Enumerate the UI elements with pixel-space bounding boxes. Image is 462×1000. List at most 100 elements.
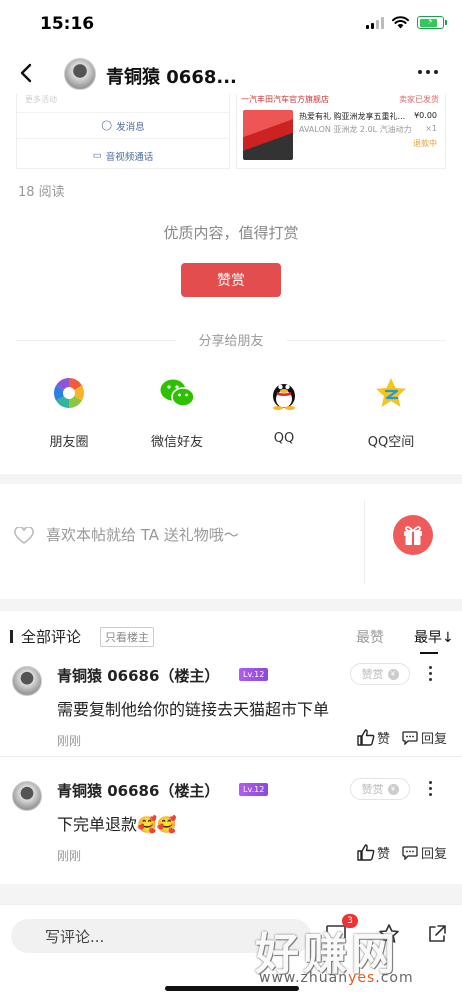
send-message-label: 发消息: [116, 121, 145, 133]
more-options-button[interactable]: [418, 70, 438, 74]
coin-icon: ¥: [387, 668, 399, 680]
commenter-name[interactable]: 青铜猿 06686（楼主）: [57, 665, 219, 686]
like-label: 赞: [377, 847, 391, 862]
comments-title: 全部评论: [21, 628, 82, 646]
sort-most-liked-tab[interactable]: 最赞: [356, 627, 384, 647]
commenter-avatar[interactable]: [12, 781, 42, 811]
nav-header: 青铜猿 0668...: [0, 50, 462, 98]
share-moments[interactable]: 朋友圈: [24, 375, 114, 450]
coin-icon: ¥: [387, 783, 399, 795]
reply-button[interactable]: 回复: [402, 843, 447, 862]
divider: [364, 500, 365, 584]
send-gift-button[interactable]: [393, 515, 433, 559]
like-label: 赞: [377, 732, 391, 747]
video-camera-icon: ▭: [92, 150, 102, 161]
more-activity-text: 更多活动: [25, 94, 57, 104]
share-qzone-label: QQ空间: [367, 435, 415, 450]
comment-time: 刚刚: [57, 849, 82, 863]
write-comment-input[interactable]: 写评论...: [11, 919, 311, 953]
section-accent: [10, 630, 13, 643]
comment-tip-label: 赞赏: [361, 668, 384, 681]
heart-icon[interactable]: [14, 527, 34, 545]
share-options: 朋友圈 微信好友 QQ QQ空间: [0, 375, 462, 455]
comment-count-badge: 3: [342, 914, 358, 928]
send-message-row: ◯ 发消息: [17, 112, 229, 139]
reply-label: 回复: [421, 847, 448, 862]
share-heading: 分享给朋友: [16, 330, 446, 350]
gift-prompt: 喜欢本帖就给 TA 送礼物哦～: [46, 526, 239, 544]
chat-bubble-icon: ◯: [101, 120, 113, 131]
status-bar: 15:16 ⚡: [0, 0, 462, 50]
comments-header: 全部评论 只看楼主 最赞 最早↓: [0, 614, 462, 658]
share-qzone[interactable]: QQ空间: [346, 375, 436, 450]
share-qq[interactable]: QQ: [239, 375, 329, 446]
wechat-icon: [159, 375, 195, 411]
qzone-icon: [373, 375, 409, 411]
favorite-star-icon[interactable]: [378, 923, 400, 945]
section-gap: [0, 599, 462, 611]
comment-text: 需要复制他给你的链接去天猫超市下单: [57, 700, 330, 719]
reply-bubble-icon: [402, 845, 418, 860]
status-time: 15:16: [40, 14, 95, 34]
divider: [0, 756, 462, 757]
video-call-label: 音视频通话: [105, 151, 154, 163]
cellular-signal-icon: [366, 16, 384, 29]
level-badge: Lv.12: [239, 783, 269, 796]
product-spec: AVALON 亚洲龙 2.0L 汽油动力: [299, 125, 412, 134]
comment-item: 青铜猿 06686（楼主） Lv.12 赞赏 ¥ 下完单退款🥰🥰 刚刚 赞 回复: [0, 775, 462, 875]
commenter-name[interactable]: 青铜猿 06686（楼主）: [57, 780, 219, 801]
back-arrow-icon: [20, 63, 32, 83]
share-out-icon[interactable]: [426, 923, 448, 945]
reply-bubble-icon: [402, 730, 418, 745]
thumbs-up-icon: [357, 844, 375, 861]
gift-box-icon: [393, 515, 433, 555]
status-icons: ⚡: [366, 16, 447, 29]
product-title: 热爱有礼 购亚洲龙享五重礼...: [299, 112, 406, 121]
back-button[interactable]: [14, 60, 38, 86]
comment-more-button[interactable]: [429, 781, 432, 796]
order-status: 卖家已发货: [399, 95, 439, 104]
video-call-row: ▭ 音视频通话: [17, 142, 229, 169]
comment-text: 下完单退款🥰🥰: [57, 815, 177, 834]
moments-icon: [51, 375, 87, 411]
share-qq-label: QQ: [273, 431, 295, 446]
shop-name: 一汽丰田汽车官方旗舰店: [241, 95, 329, 104]
author-avatar[interactable]: [64, 58, 96, 90]
tip-button[interactable]: 赞赏: [181, 263, 281, 297]
qq-icon: [266, 375, 302, 411]
share-wechat[interactable]: 微信好友: [132, 375, 222, 450]
section-gap: [0, 884, 462, 904]
level-badge: Lv.12: [239, 668, 269, 681]
comment-more-button[interactable]: [429, 666, 432, 681]
section-gap: [0, 474, 462, 484]
product-qty: ×1: [425, 124, 437, 133]
home-indicator[interactable]: [165, 986, 299, 991]
like-button[interactable]: 赞: [357, 728, 390, 747]
chat-panel-screenshot: 更多活动 ◯ 发消息 ▭ 音视频通话: [16, 94, 230, 169]
battery-icon: ⚡: [417, 16, 447, 29]
sort-earliest-tab[interactable]: 最早↓: [414, 627, 454, 647]
post-image[interactable]: 更多活动 ◯ 发消息 ▭ 音视频通话 一汽丰田汽车官方旗舰店 卖家已发货 热爱有…: [16, 94, 446, 169]
reply-button[interactable]: 回复: [402, 728, 447, 747]
commenter-avatar[interactable]: [12, 666, 42, 696]
author-only-filter[interactable]: 只看楼主: [100, 627, 154, 647]
share-wechat-label: 微信好友: [150, 435, 203, 450]
comment-tip-button[interactable]: 赞赏 ¥: [350, 663, 410, 685]
wifi-icon: [392, 16, 409, 29]
product-price: ¥0.00: [414, 111, 437, 120]
comment-item: 青铜猿 06686（楼主） Lv.12 赞赏 ¥ 需要复制他给你的链接去天猫超市…: [0, 660, 462, 760]
comment-tip-button[interactable]: 赞赏 ¥: [350, 778, 410, 800]
order-card-screenshot: 一汽丰田汽车官方旗舰店 卖家已发货 热爱有礼 购亚洲龙享五重礼... ¥0.00…: [236, 94, 446, 169]
reply-label: 回复: [421, 732, 448, 747]
share-title: 分享给朋友: [198, 334, 264, 349]
tip-prompt: 优质内容，值得打赏: [163, 224, 299, 242]
read-count: 18 阅读: [18, 185, 65, 200]
thumbs-up-icon: [357, 729, 375, 746]
refund-status: 退款中: [413, 139, 437, 148]
page-title[interactable]: 青铜猿 0668...: [106, 63, 237, 89]
share-moments-label: 朋友圈: [49, 435, 89, 450]
product-thumbnail: [243, 110, 293, 160]
comment-tip-label: 赞赏: [361, 783, 384, 796]
like-button[interactable]: 赞: [357, 843, 390, 862]
comment-time: 刚刚: [57, 734, 82, 748]
